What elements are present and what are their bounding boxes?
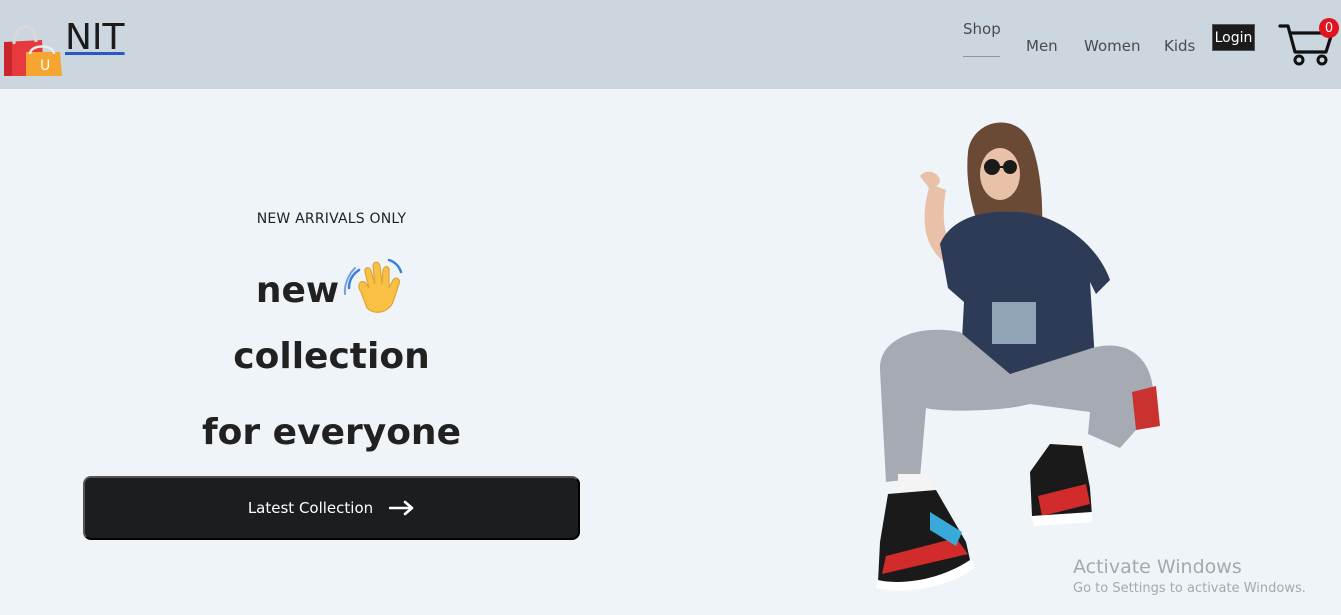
activate-windows-subtitle: Go to Settings to activate Windows. xyxy=(1073,581,1306,596)
hero-headline-word: new xyxy=(255,270,340,311)
hero-eyebrow: NEW ARRIVALS ONLY xyxy=(256,211,407,227)
nav-shop[interactable]: Shop xyxy=(963,20,1001,38)
latest-collection-label: Latest Collection xyxy=(247,499,374,517)
shopping-bag-logo-icon[interactable]: U xyxy=(2,18,64,78)
latest-collection-button[interactable]: Latest Collection xyxy=(83,476,580,540)
hero-headline-line-1: new xyxy=(83,258,580,324)
arrow-right-icon xyxy=(389,500,414,516)
hero-headline-line-3: for everyone xyxy=(202,412,461,453)
cart-count-badge: 0 xyxy=(1319,18,1339,38)
navbar: U NIT Shop Men Women Kids Login 0 xyxy=(0,0,1341,89)
brand-name[interactable]: NIT xyxy=(65,17,125,58)
login-button[interactable]: Login xyxy=(1212,24,1255,51)
hero-headline-line-2: collection xyxy=(233,336,430,377)
active-nav-underline xyxy=(963,56,1000,57)
nav-women[interactable]: Women xyxy=(1084,37,1140,55)
nav-men[interactable]: Men xyxy=(1026,37,1058,55)
nav-kids[interactable]: Kids xyxy=(1164,37,1195,55)
activate-windows-title: Activate Windows xyxy=(1073,556,1242,578)
hero-model-image xyxy=(876,122,1160,591)
logo-letter: U xyxy=(40,58,50,74)
waving-hand-icon xyxy=(344,258,403,313)
